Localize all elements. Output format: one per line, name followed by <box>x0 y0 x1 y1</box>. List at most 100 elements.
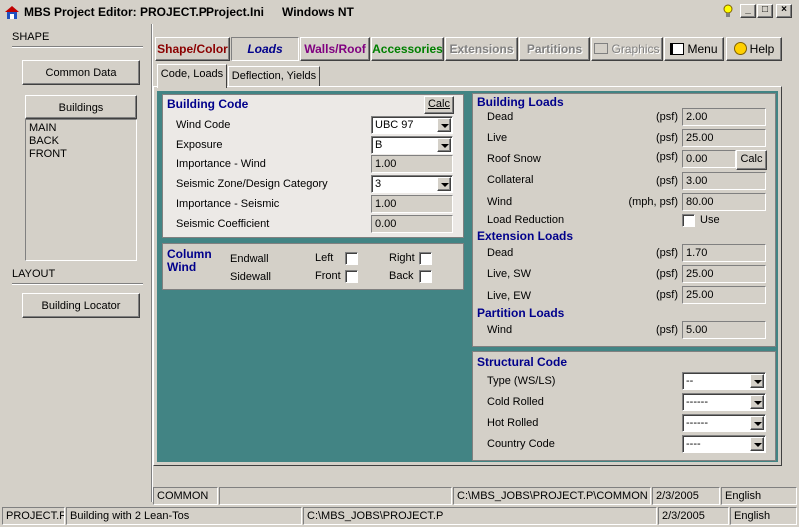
help-icon <box>733 42 747 55</box>
column-wind-title: Column Wind <box>167 248 212 274</box>
type-select[interactable]: -- <box>682 372 766 390</box>
buildings-list[interactable]: MAIN BACK FRONT <box>25 119 137 261</box>
seismic-zone-select[interactable]: 3 <box>371 175 453 193</box>
exposure-label: Exposure <box>176 139 223 151</box>
walls-roof-button[interactable]: Walls/Roof <box>300 37 370 61</box>
maximize-button[interactable]: □ <box>757 4 773 18</box>
layout-divider <box>12 283 143 285</box>
chevron-down-icon[interactable] <box>437 118 451 132</box>
ext-live-sw-input[interactable]: 25.00 <box>682 265 766 283</box>
chevron-down-icon[interactable] <box>437 138 451 152</box>
graphics-button[interactable]: Graphics <box>591 37 663 61</box>
ext-dead-input[interactable]: 1.70 <box>682 244 766 262</box>
shape-divider <box>12 46 143 48</box>
chevron-down-icon[interactable] <box>750 437 764 451</box>
help-button[interactable]: Help <box>726 37 782 61</box>
window-os: Windows NT <box>282 5 354 19</box>
hot-rolled-value: ------ <box>686 417 708 429</box>
hot-rolled-label: Hot Rolled <box>487 417 539 429</box>
left-label: Left <box>315 252 334 264</box>
list-item[interactable]: MAIN <box>29 122 133 135</box>
ext-live-ew-label: Live, EW <box>487 290 532 302</box>
wind-load-input[interactable]: 80.00 <box>682 193 766 211</box>
building-code-calc-button[interactable]: Calc <box>424 96 454 114</box>
country-code-select[interactable]: ---- <box>682 435 766 453</box>
cold-rolled-value: ------ <box>686 396 708 408</box>
close-icon: × <box>781 4 787 15</box>
seismic-coef-label: Seismic Coefficient <box>176 218 270 230</box>
minimize-button[interactable]: _ <box>740 4 756 18</box>
back-checkbox[interactable] <box>419 270 432 283</box>
chevron-down-icon[interactable] <box>437 177 451 191</box>
dead-load-input[interactable]: 2.00 <box>682 108 766 126</box>
building-code-title: Building Code <box>167 97 249 111</box>
wind-code-label: Wind Code <box>176 119 231 131</box>
status-blank <box>219 487 452 505</box>
list-item[interactable]: FRONT <box>29 148 133 161</box>
front-checkbox[interactable] <box>345 270 358 283</box>
close-button[interactable]: × <box>776 4 792 18</box>
ext-live-ew-input[interactable]: 25.00 <box>682 286 766 304</box>
graphics-label: Graphics <box>611 42 660 56</box>
menu-button[interactable]: Menu <box>664 37 724 61</box>
partition-wind-input[interactable]: 5.00 <box>682 321 766 339</box>
list-item[interactable]: BACK <box>29 135 133 148</box>
building-loads-title: Building Loads <box>477 95 564 109</box>
seismic-coef-input[interactable]: 0.00 <box>371 215 453 233</box>
buildings-button[interactable]: Buildings <box>25 95 137 119</box>
help-label: Help <box>749 42 775 56</box>
shape-color-button[interactable]: Shape/Color <box>155 37 230 61</box>
hot-rolled-select[interactable]: ------ <box>682 414 766 432</box>
dead-label: Dead <box>487 111 514 123</box>
common-data-button[interactable]: Common Data <box>22 60 140 85</box>
right-label: Right <box>389 252 415 264</box>
window-title: MBS Project Editor: PROJECT.P <box>24 5 207 19</box>
chevron-down-icon[interactable] <box>750 416 764 430</box>
building-locator-button[interactable]: Building Locator <box>22 293 140 318</box>
use-label: Use <box>700 214 720 226</box>
column-wind-group: Column Wind Endwall Sidewall Left Front … <box>162 243 464 290</box>
ext-live-sw-unit: (psf) <box>656 268 678 280</box>
ext-dead-label: Dead <box>487 247 514 259</box>
extensions-button[interactable]: Extensions <box>445 37 518 61</box>
collateral-unit: (psf) <box>656 175 678 187</box>
seismic-zone-label: Seismic Zone/Design Category <box>176 178 328 190</box>
front-label: Front <box>315 270 341 282</box>
status-date: 2/3/2005 <box>652 487 720 505</box>
cold-rolled-select[interactable]: ------ <box>682 393 766 411</box>
structural-code-title: Structural Code <box>477 355 568 369</box>
live-load-input[interactable]: 25.00 <box>682 129 766 147</box>
collateral-input[interactable]: 3.00 <box>682 172 766 190</box>
wind-code-select[interactable]: UBC 97 <box>371 116 453 134</box>
book-icon <box>670 43 685 55</box>
right-checkbox[interactable] <box>419 252 432 265</box>
importance-wind-input[interactable]: 1.00 <box>371 155 453 173</box>
partitions-button[interactable]: Partitions <box>519 37 590 61</box>
left-checkbox[interactable] <box>345 252 358 265</box>
exposure-value: B <box>375 139 383 151</box>
importance-seismic-label: Importance - Seismic <box>176 198 280 210</box>
ext-dead-unit: (psf) <box>656 247 678 259</box>
roof-snow-calc-button[interactable]: Calc <box>736 150 767 170</box>
status-language: English <box>721 487 797 505</box>
extension-loads-title: Extension Loads <box>477 229 574 243</box>
column-wind-title-2: Wind <box>167 260 197 274</box>
tab-deflection-yields[interactable]: Deflection, Yields <box>228 66 320 86</box>
accessories-button[interactable]: Accessories <box>371 37 444 61</box>
status-project: PROJECT.P <box>2 507 65 525</box>
chevron-down-icon[interactable] <box>750 395 764 409</box>
exposure-select[interactable]: B <box>371 136 453 154</box>
importance-seismic-input[interactable]: 1.00 <box>371 195 453 213</box>
roof-snow-input[interactable]: 0.00 <box>682 150 736 168</box>
loads-button[interactable]: Loads <box>231 37 299 61</box>
status-section: COMMON <box>153 487 218 505</box>
tab-code-loads[interactable]: Code, Loads <box>157 64 227 88</box>
seismic-zone-value: 3 <box>375 178 382 190</box>
load-reduction-checkbox[interactable] <box>682 214 695 227</box>
type-label: Type (WS/LS) <box>487 375 556 387</box>
chevron-down-icon[interactable] <box>750 374 764 388</box>
window-ini: Project.Ini <box>206 5 265 19</box>
lightbulb-icon[interactable] <box>722 4 734 18</box>
partition-loads-title: Partition Loads <box>477 306 565 320</box>
title-bar[interactable]: MBS Project Editor: PROJECT.P Project.In… <box>0 0 799 24</box>
